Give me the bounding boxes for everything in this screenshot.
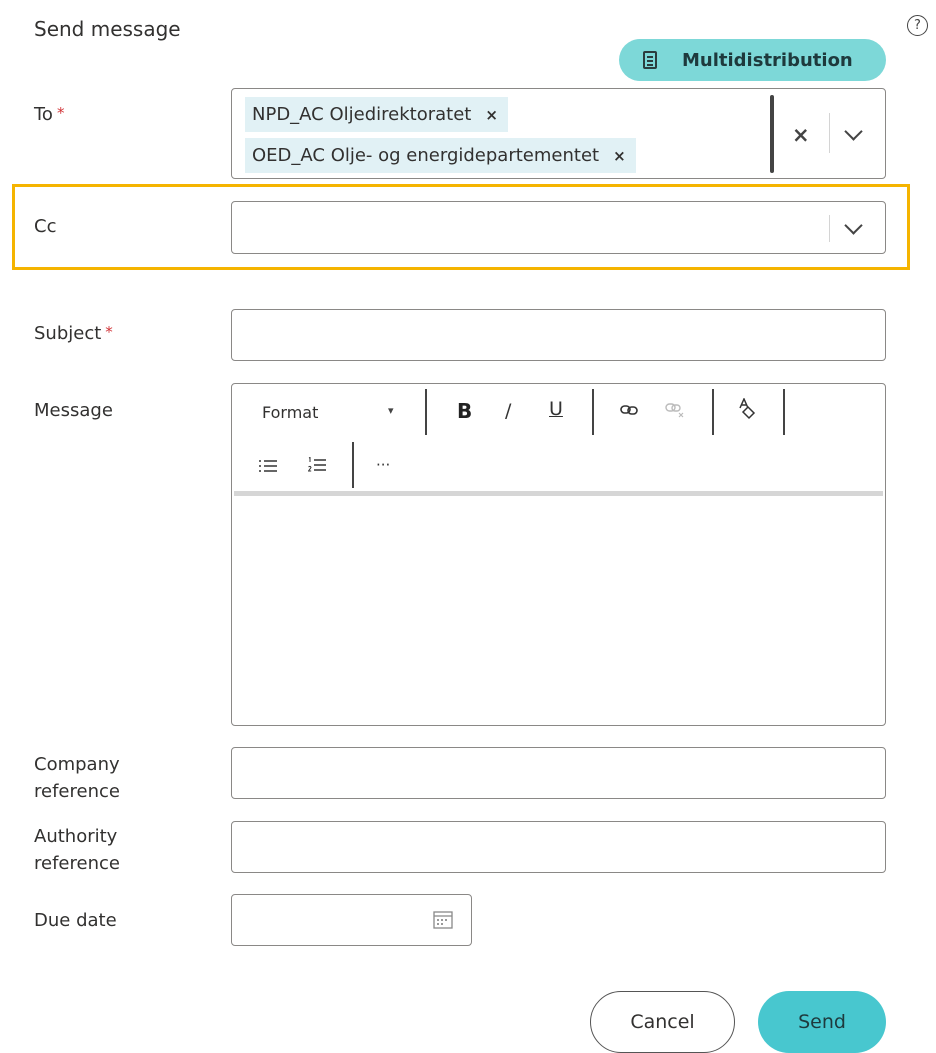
recipient-name: NPD_AC Oljedirektoratet bbox=[252, 104, 472, 125]
required-marker: * bbox=[105, 323, 113, 341]
clear-formatting-icon[interactable] bbox=[737, 397, 757, 420]
document-list-icon bbox=[643, 51, 657, 69]
to-label: To * bbox=[34, 104, 64, 125]
required-marker: * bbox=[56, 104, 65, 122]
subject-label-text: Subject bbox=[34, 323, 102, 344]
calendar-icon[interactable] bbox=[433, 911, 453, 929]
authority-reference-label: Authority reference bbox=[34, 823, 120, 877]
message-editor[interactable]: Format ▾ B / U ··· bbox=[231, 383, 886, 726]
send-button[interactable]: Send bbox=[758, 991, 886, 1053]
to-label-text: To bbox=[34, 104, 53, 125]
authority-reference-label-line1: Authority bbox=[34, 826, 118, 847]
toolbar-divider bbox=[425, 389, 427, 435]
unlink-icon[interactable] bbox=[665, 402, 685, 418]
to-field[interactable]: NPD_AC Oljedirektoratet × OED_AC Olje- og… bbox=[231, 88, 886, 179]
more-options-icon[interactable]: ··· bbox=[376, 456, 390, 474]
authority-reference-label-line2: reference bbox=[34, 853, 120, 874]
toolbar-divider bbox=[592, 389, 594, 435]
due-date-input[interactable] bbox=[231, 894, 472, 946]
bulleted-list-icon[interactable] bbox=[259, 458, 277, 472]
clear-all-icon[interactable]: × bbox=[792, 123, 810, 147]
toolbar-divider bbox=[783, 389, 785, 435]
toolbar-divider bbox=[712, 389, 714, 435]
numbered-list-icon[interactable] bbox=[307, 456, 326, 473]
format-dropdown[interactable]: Format bbox=[262, 403, 318, 422]
dialog-title: Send message bbox=[34, 17, 181, 41]
remove-recipient-icon[interactable]: × bbox=[485, 106, 498, 124]
toolbar-divider bbox=[352, 442, 354, 488]
format-caret-icon[interactable]: ▾ bbox=[388, 404, 394, 417]
company-reference-label-line1: Company bbox=[34, 754, 120, 775]
divider bbox=[829, 113, 830, 153]
subject-input[interactable] bbox=[231, 309, 886, 361]
scrollbar[interactable] bbox=[770, 95, 774, 173]
message-label: Message bbox=[34, 400, 113, 421]
multidistribution-button[interactable]: Multidistribution bbox=[619, 39, 886, 81]
cancel-button[interactable]: Cancel bbox=[590, 991, 735, 1053]
italic-button[interactable]: / bbox=[505, 400, 511, 422]
help-icon[interactable]: ? bbox=[907, 15, 928, 36]
due-date-label: Due date bbox=[34, 910, 117, 931]
remove-recipient-icon[interactable]: × bbox=[613, 147, 626, 165]
divider bbox=[829, 215, 830, 242]
cc-field[interactable] bbox=[231, 201, 886, 254]
company-reference-label: Company reference bbox=[34, 751, 120, 805]
recipient-name: OED_AC Olje- og energidepartementet bbox=[252, 145, 600, 166]
recipient-chip[interactable]: NPD_AC Oljedirektoratet × bbox=[245, 97, 508, 132]
recipient-chip[interactable]: OED_AC Olje- og energidepartementet × bbox=[245, 138, 636, 173]
underline-button[interactable]: U bbox=[549, 398, 563, 420]
chevron-down-icon[interactable] bbox=[844, 122, 863, 141]
chevron-down-icon[interactable] bbox=[844, 216, 863, 235]
company-reference-label-line2: reference bbox=[34, 781, 120, 802]
bold-button[interactable]: B bbox=[457, 399, 472, 423]
toolbar-divider-bar bbox=[234, 491, 883, 496]
link-icon[interactable] bbox=[620, 402, 638, 416]
multidistribution-label: Multidistribution bbox=[682, 49, 853, 71]
cc-label: Cc bbox=[34, 216, 57, 237]
company-reference-input[interactable] bbox=[231, 747, 886, 799]
authority-reference-input[interactable] bbox=[231, 821, 886, 873]
subject-label: Subject * bbox=[34, 323, 113, 344]
